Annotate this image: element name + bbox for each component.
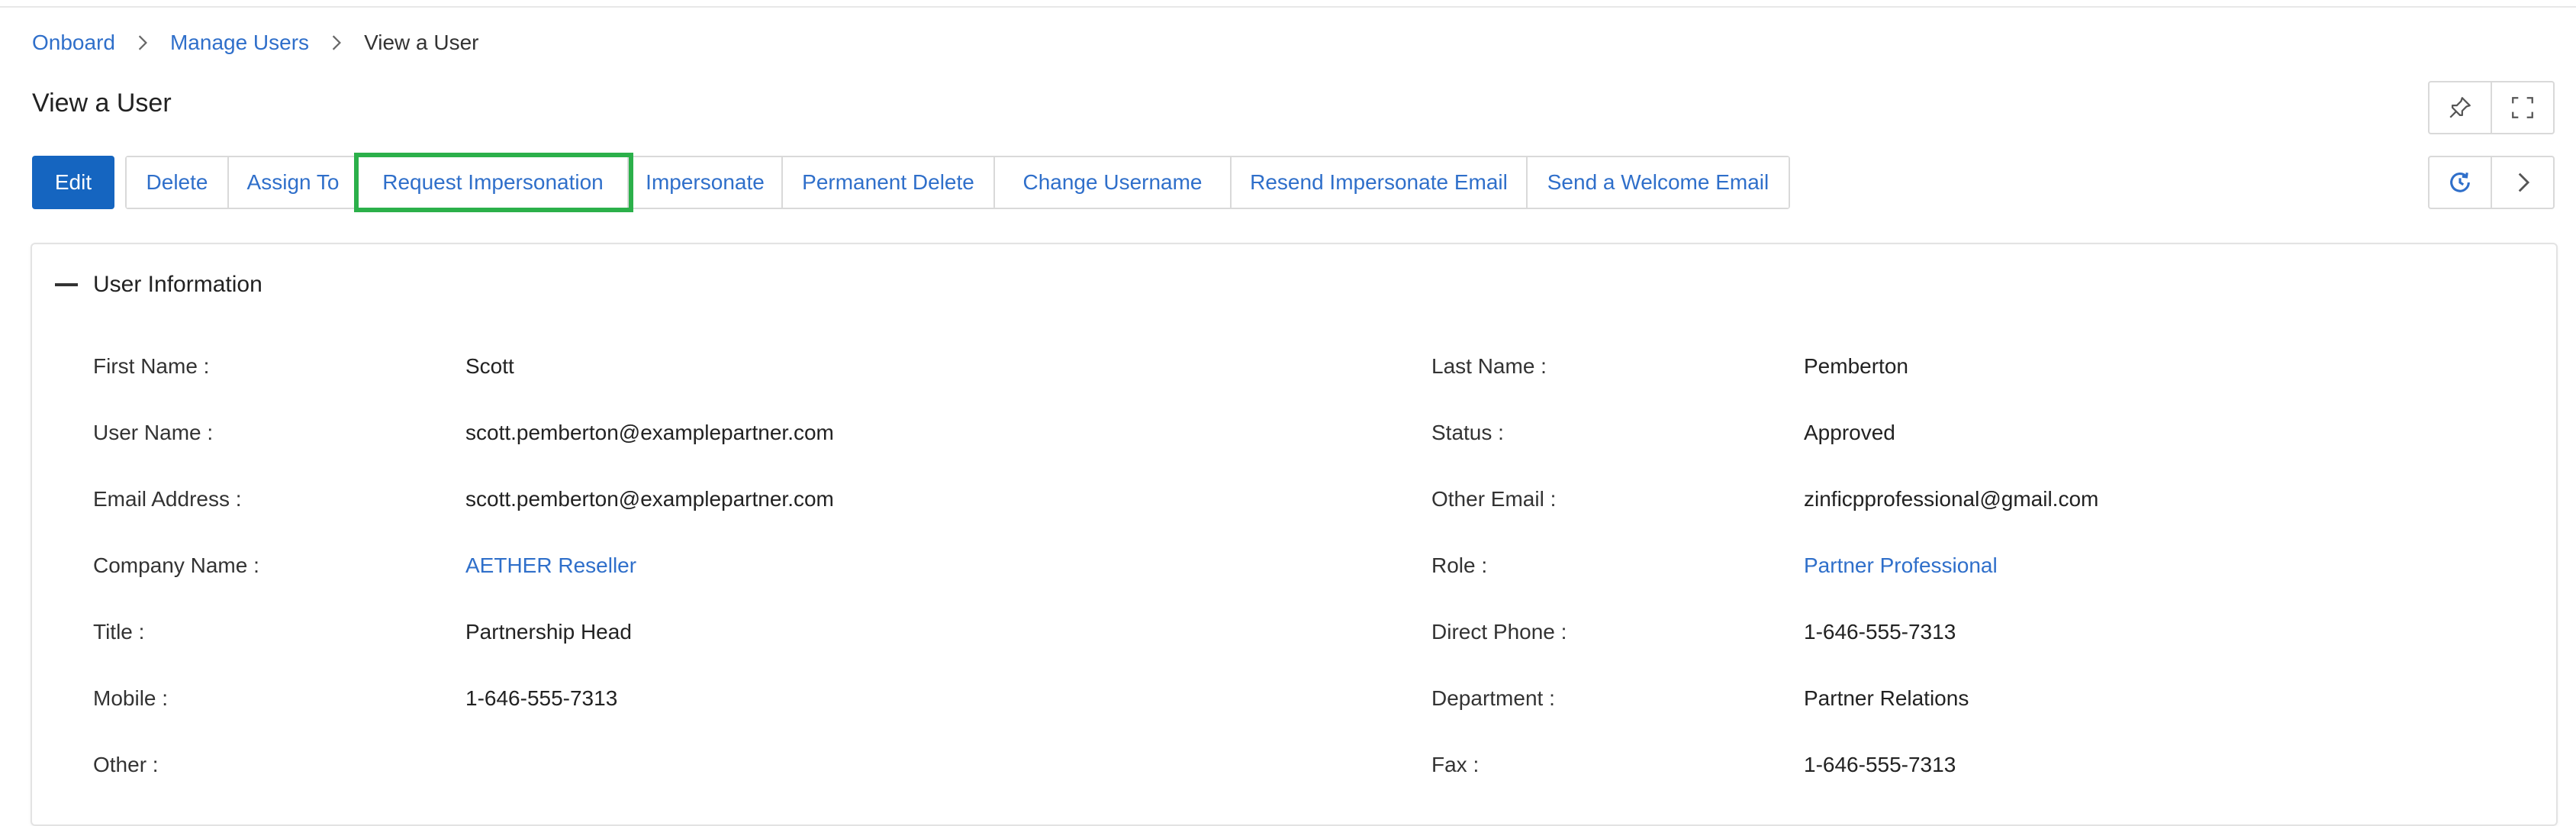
edit-button[interactable]: Edit xyxy=(32,156,114,209)
expand-icon[interactable] xyxy=(2491,82,2553,133)
impersonate-button[interactable]: Impersonate xyxy=(629,157,783,208)
breadcrumb: Onboard Manage Users View a User xyxy=(32,29,479,56)
fax-label: Fax : xyxy=(1431,753,1480,776)
breadcrumb-onboard[interactable]: Onboard xyxy=(32,31,115,55)
department-label: Department : xyxy=(1431,686,1555,710)
title-value: Partnership Head xyxy=(465,620,632,644)
delete-button[interactable]: Delete xyxy=(127,157,229,208)
breadcrumb-manage-users[interactable]: Manage Users xyxy=(170,31,309,55)
company-name-label: Company Name : xyxy=(93,553,259,577)
request-impersonation-button[interactable]: Request Impersonation xyxy=(354,153,633,212)
action-button-group: Delete Assign To Request Impersonation I… xyxy=(125,153,1790,212)
first-name-value: Scott xyxy=(465,354,514,378)
role-label: Role : xyxy=(1431,553,1488,577)
mobile-value: 1-646-555-7313 xyxy=(465,686,618,710)
other-email-label: Other Email : xyxy=(1431,487,1557,511)
other-label: Other : xyxy=(93,753,159,776)
page-title: View a User xyxy=(32,89,172,118)
last-name-value: Pemberton xyxy=(1804,354,1908,378)
assign-to-button[interactable]: Assign To xyxy=(229,157,359,208)
section-title: User Information xyxy=(93,272,262,297)
status-value: Approved xyxy=(1804,421,1895,444)
chevron-right-icon xyxy=(126,29,159,56)
record-navigation xyxy=(2428,156,2555,209)
chevron-right-icon[interactable] xyxy=(2491,157,2553,208)
direct-phone-value: 1-646-555-7313 xyxy=(1804,620,1956,644)
breadcrumb-current: View a User xyxy=(364,31,479,54)
first-name-label: First Name : xyxy=(93,354,210,378)
pin-icon[interactable] xyxy=(2429,82,2491,133)
change-username-button[interactable]: Change Username xyxy=(995,157,1232,208)
history-icon[interactable] xyxy=(2429,157,2491,208)
email-address-label: Email Address : xyxy=(93,487,242,511)
email-address-value: scott.pemberton@examplepartner.com xyxy=(465,487,834,511)
user-information-panel: User Information First Name : Scott User… xyxy=(31,243,2558,826)
collapse-icon[interactable] xyxy=(55,283,78,286)
section-header[interactable]: User Information xyxy=(55,272,262,298)
department-value: Partner Relations xyxy=(1804,686,1969,710)
fax-value: 1-646-555-7313 xyxy=(1804,753,1956,776)
title-label: Title : xyxy=(93,620,145,644)
user-name-label: User Name : xyxy=(93,421,214,444)
action-toolbar: Edit Delete Assign To Request Impersonat… xyxy=(32,153,1790,212)
last-name-label: Last Name : xyxy=(1431,354,1547,378)
mobile-label: Mobile : xyxy=(93,686,169,710)
view-controls xyxy=(2428,81,2555,134)
top-border xyxy=(0,0,2576,8)
direct-phone-label: Direct Phone : xyxy=(1431,620,1567,644)
user-name-value: scott.pemberton@examplepartner.com xyxy=(465,421,834,444)
status-label: Status : xyxy=(1431,421,1504,444)
send-welcome-email-button[interactable]: Send a Welcome Email xyxy=(1528,157,1789,208)
resend-impersonate-email-button[interactable]: Resend Impersonate Email xyxy=(1232,157,1528,208)
permanent-delete-button[interactable]: Permanent Delete xyxy=(783,157,995,208)
role-link[interactable]: Partner Professional xyxy=(1804,553,1998,578)
other-email-value: zinficpprofessional@gmail.com xyxy=(1804,487,2099,511)
company-name-link[interactable]: AETHER Reseller xyxy=(465,553,636,578)
chevron-right-icon xyxy=(320,29,353,56)
